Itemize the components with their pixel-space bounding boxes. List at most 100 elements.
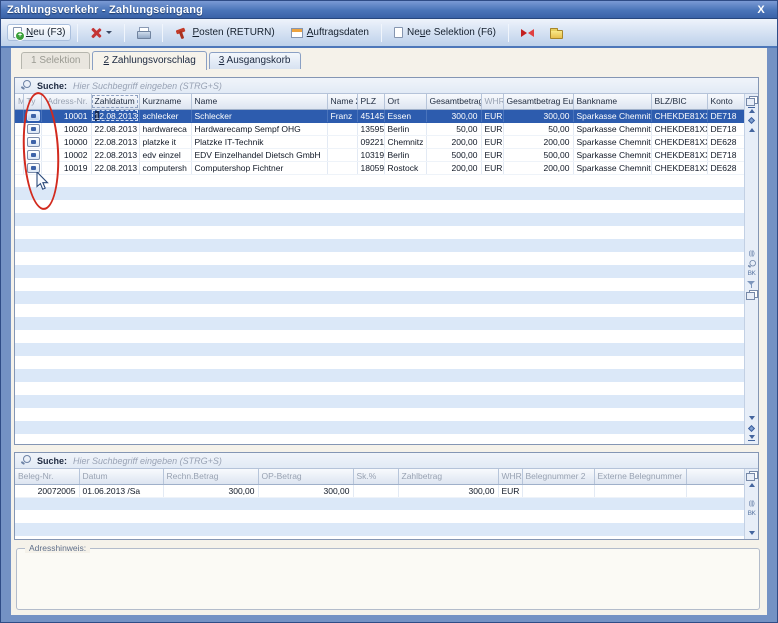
cell-zahldatum[interactable]: 22.08.2013 (91, 161, 139, 174)
cell-blz-bic[interactable]: CHEKDE81XXX (651, 135, 707, 148)
column-header-bankname[interactable]: Bankname (573, 94, 651, 109)
cell-gesamtbetrag-euro[interactable]: 500,00 (503, 148, 573, 161)
cell-gesamtbetrag[interactable]: 200,00 (426, 161, 481, 174)
column-header-externe-belegnummer[interactable]: Externe Belegnummer (594, 469, 686, 484)
scroll-to-top-button[interactable] (746, 105, 758, 115)
cell-gesamtbetrag[interactable]: 300,00 (426, 109, 481, 122)
cell-whr[interactable]: EUR (498, 484, 522, 497)
bk-button[interactable]: BK (746, 509, 758, 519)
tab-ausgangskorb[interactable]: 3 Ausgangskorb (209, 52, 301, 69)
column-width-button[interactable]: (||) (746, 249, 758, 259)
bk-button[interactable]: BK (746, 269, 758, 279)
cell-rechn-betrag[interactable]: 300,00 (163, 484, 258, 497)
cell-gesamtbetrag-euro[interactable]: 200,00 (503, 161, 573, 174)
cell-whr[interactable]: EUR (481, 109, 503, 122)
cell-konto[interactable]: DE718 (707, 122, 745, 135)
cell-zahldatum[interactable]: 22.08.2013 (91, 135, 139, 148)
filter-button[interactable] (746, 279, 758, 289)
new-button[interactable]: Neu (F3) (7, 24, 71, 41)
table-row[interactable]: 10019 22.08.2013 computersh Computershop… (15, 161, 745, 174)
column-header-sk-prozent[interactable]: Sk.% (353, 469, 398, 484)
close-button[interactable]: X (751, 4, 771, 16)
column-header-blz-bic[interactable]: BLZ/BIC (651, 94, 707, 109)
cell-beleg-nr[interactable]: 20072005 (15, 484, 79, 497)
zoom-button[interactable] (746, 259, 758, 269)
cell-ort[interactable]: Rostock (384, 161, 426, 174)
column-header-zahldatum[interactable]: Zahldatum (91, 94, 139, 109)
column-header-ort[interactable]: Ort (384, 94, 426, 109)
column-header-beleg-nr[interactable]: Beleg-Nr. (15, 469, 79, 484)
cell-empty[interactable] (686, 484, 745, 497)
cell-name2[interactable]: Franz (327, 109, 357, 122)
cell-gesamtbetrag-euro[interactable]: 50,00 (503, 122, 573, 135)
cell-gesamtbetrag[interactable]: 200,00 (426, 135, 481, 148)
scroll-to-bottom-button[interactable] (746, 433, 758, 443)
cell-ort[interactable]: Chemnitz (384, 135, 426, 148)
column-chooser-icon[interactable] (746, 95, 758, 105)
column-header-gesamtbetrag-euro[interactable]: Gesamtbetrag Euro (503, 94, 573, 109)
cell-name[interactable]: EDV Einzelhandel Dietsch GmbH (191, 148, 327, 161)
cell-ty[interactable] (23, 161, 41, 174)
column-header-adress-nr[interactable]: Adress-Nr. (41, 94, 91, 109)
vertical-scrollbar[interactable]: (||) BK (744, 469, 758, 539)
search-bar[interactable]: Suche: Hier Suchbegriff eingeben (STRG+S… (15, 78, 758, 94)
cell-zahldatum[interactable]: 12.08.2013 (91, 109, 139, 122)
cell-adress-nr[interactable]: 10002 (41, 148, 91, 161)
neue-selektion-button[interactable]: Neue Selektion (F6) (388, 24, 502, 41)
column-header-konto[interactable]: Konto (707, 94, 745, 109)
page-down-button[interactable] (746, 423, 758, 433)
posten-button[interactable]: Posten (RETURN) (169, 24, 280, 42)
column-width-button[interactable]: (||) (746, 499, 758, 509)
cell-ty[interactable] (23, 122, 41, 135)
cell-name2[interactable] (327, 135, 357, 148)
cell-plz[interactable]: 13595 (357, 122, 384, 135)
cell-konto[interactable]: DE718 (707, 109, 745, 122)
column-header-plz[interactable]: PLZ (357, 94, 384, 109)
print-button[interactable] (131, 24, 156, 41)
column-header-name2[interactable]: Name 2 (327, 94, 357, 109)
table-row[interactable]: 10020 22.08.2013 hardwareca Hardwarecamp… (15, 122, 745, 135)
cell-adress-nr[interactable]: 10019 (41, 161, 91, 174)
column-header-zahlbetrag[interactable]: Zahlbetrag (398, 469, 498, 484)
cell-plz[interactable]: 09221 (357, 135, 384, 148)
cell-bankname[interactable]: Sparkasse Chemnitz (573, 109, 651, 122)
cell-plz[interactable]: 45145 (357, 109, 384, 122)
column-header-m[interactable]: M (15, 94, 23, 109)
cell-adress-nr[interactable]: 10001 (41, 109, 91, 122)
cell-bankname[interactable]: Sparkasse Chemnitz (573, 161, 651, 174)
cell-konto[interactable]: DE718 (707, 148, 745, 161)
scroll-down-button[interactable] (746, 413, 758, 423)
cell-belegnummer2[interactable] (522, 484, 594, 497)
cell-kurzname[interactable]: edv einzel (139, 148, 191, 161)
dropdown-caret-icon[interactable] (106, 31, 112, 34)
cell-name2[interactable] (327, 161, 357, 174)
column-header-ty[interactable]: Ty (23, 94, 41, 109)
cell-sk-prozent[interactable] (353, 484, 398, 497)
cell-plz[interactable]: 10319 (357, 148, 384, 161)
cell-ort[interactable]: Berlin (384, 148, 426, 161)
search-bar[interactable]: Suche: Hier Suchbegriff eingeben (STRG+S… (15, 453, 758, 469)
cell-gesamtbetrag[interactable]: 50,00 (426, 122, 481, 135)
column-header-rechn-betrag[interactable]: Rechn.Betrag (163, 469, 258, 484)
cell-zahldatum[interactable]: 22.08.2013 (91, 148, 139, 161)
cell-name2[interactable] (327, 148, 357, 161)
cell-blz-bic[interactable]: CHEKDE81XXX (651, 161, 707, 174)
cell-ty[interactable] (23, 109, 41, 122)
scroll-up-button[interactable] (746, 480, 758, 490)
cell-konto[interactable]: DE628 (707, 161, 745, 174)
column-header-datum[interactable]: Datum (79, 469, 163, 484)
vertical-scrollbar[interactable]: (||) BK (744, 94, 758, 444)
cell-whr[interactable]: EUR (481, 135, 503, 148)
cell-op-betrag[interactable]: 300,00 (258, 484, 353, 497)
cell-ty[interactable] (23, 148, 41, 161)
column-header-kurzname[interactable]: Kurzname (139, 94, 191, 109)
column-header-name[interactable]: Name (191, 94, 327, 109)
cell-kurzname[interactable]: computersh (139, 161, 191, 174)
cell-datum[interactable]: 01.06.2013 /Sa (79, 484, 163, 497)
cell-gesamtbetrag[interactable]: 500,00 (426, 148, 481, 161)
column-header-empty[interactable] (686, 469, 745, 484)
cell-plz[interactable]: 18059 (357, 161, 384, 174)
table-row[interactable]: 20072005 01.06.2013 /Sa 300,00 300,00 30… (15, 484, 745, 497)
cell-gesamtbetrag-euro[interactable]: 200,00 (503, 135, 573, 148)
table-row[interactable]: 10002 22.08.2013 edv einzel EDV Einzelha… (15, 148, 745, 161)
